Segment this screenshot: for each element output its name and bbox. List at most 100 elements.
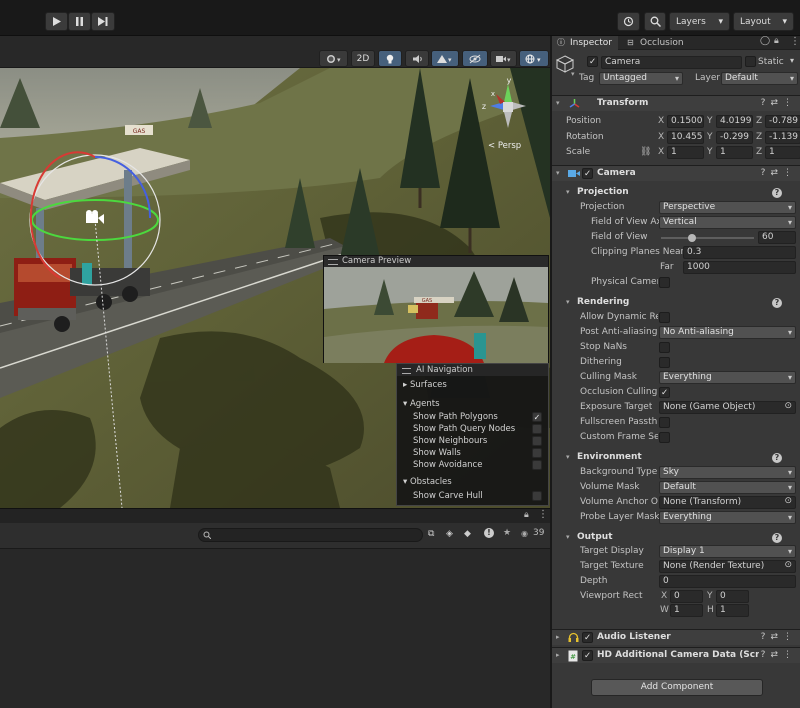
position-x-field[interactable]: 0.1500	[667, 115, 704, 128]
projection-dropdown[interactable]: Perspective	[659, 201, 796, 214]
draw-mode-dropdown[interactable]: ▾	[319, 50, 348, 67]
help-icon[interactable]: ?	[772, 533, 782, 543]
surfaces-foldout[interactable]: ▸ Surfaces	[403, 379, 447, 391]
scene-viewport[interactable]: GAS y z x < Persp Camera Preview GAS AI …	[0, 68, 550, 508]
stop-nans-checkbox[interactable]	[659, 342, 670, 353]
camera-enabled-checkbox[interactable]: ✓	[582, 168, 593, 179]
search-filter-icon[interactable]: ⧉	[428, 529, 434, 539]
transform-header[interactable]: ▾ Transform ?⇄⋮	[552, 95, 800, 111]
show-path-query-nodes-checkbox[interactable]	[532, 424, 542, 434]
depth-field[interactable]: 0	[659, 575, 796, 588]
pause-button[interactable]	[68, 12, 91, 31]
hd-camera-data-enabled-checkbox[interactable]: ✓	[582, 650, 593, 661]
volume-anchor-field[interactable]: None (Transform)	[659, 496, 796, 509]
static-dropdown-icon[interactable]: ▾	[790, 56, 794, 65]
occlusion-culling-checkbox[interactable]: ✓	[659, 387, 670, 398]
rotation-y-field[interactable]: -0.299	[716, 131, 753, 144]
undo-history-button[interactable]	[617, 12, 640, 31]
anti-aliasing-dropdown[interactable]: No Anti-aliasing	[659, 326, 796, 339]
show-carve-hull-row[interactable]: Show Carve Hull	[413, 490, 544, 502]
show-path-polygons-checkbox[interactable]: ✓	[532, 412, 542, 422]
show-walls-row[interactable]: Show Walls	[413, 447, 544, 459]
chevron-down-icon[interactable]: ▾	[566, 188, 570, 196]
projection-section-title[interactable]: Projection	[577, 187, 629, 197]
more-options-icon[interactable]: ⋮	[790, 36, 800, 47]
object-name-field[interactable]: Camera	[601, 56, 742, 69]
hd-camera-data-header[interactable]: ▸ # ✓ HD Additional Camera Data (Script)…	[552, 647, 800, 663]
position-z-field[interactable]: -0.789	[765, 115, 800, 128]
help-icon[interactable]: ?	[772, 188, 782, 198]
position-y-field[interactable]: 4.0199	[716, 115, 753, 128]
viewport-w-field[interactable]: 1	[670, 604, 703, 617]
fullscreen-passthrough-checkbox[interactable]	[659, 417, 670, 428]
fov-value-field[interactable]: 60	[758, 231, 796, 244]
help-icon[interactable]: ?	[772, 453, 782, 463]
audio-toggle[interactable]	[405, 50, 429, 67]
audio-listener-enabled-checkbox[interactable]: ✓	[582, 632, 593, 643]
probe-layer-mask-dropdown[interactable]: Everything	[659, 511, 796, 524]
environment-section-title[interactable]: Environment	[577, 452, 642, 462]
chevron-down-icon[interactable]: ▾	[566, 453, 570, 461]
viewport-y-field[interactable]: 0	[716, 590, 749, 603]
chevron-down-icon[interactable]: ▾	[566, 533, 570, 541]
hidden-objects-toggle[interactable]	[462, 50, 488, 67]
show-avoidance-checkbox[interactable]	[532, 460, 542, 470]
search-input[interactable]	[198, 528, 423, 542]
help-icon[interactable]: ?	[772, 298, 782, 308]
debug-mode-icon[interactable]: ◯	[760, 36, 770, 46]
component-header-icons[interactable]: ?⇄⋮	[761, 98, 797, 108]
far-field[interactable]: 1000	[683, 261, 796, 274]
camera-header[interactable]: ▾ ✓ Camera ?⇄⋮	[552, 165, 800, 181]
lighting-toggle[interactable]	[378, 50, 402, 67]
hidden-count[interactable]: 39	[533, 528, 544, 538]
lock-icon[interactable]: 🔒︎	[524, 510, 529, 520]
label-filter-icon[interactable]: ◆	[464, 529, 471, 539]
warning-filter-icon[interactable]: !	[484, 528, 494, 538]
dithering-checkbox[interactable]	[659, 357, 670, 368]
gizmos-dropdown[interactable]: ▾	[519, 50, 549, 67]
scale-z-field[interactable]: 1	[765, 146, 800, 159]
exposure-target-field[interactable]: None (Game Object)	[659, 401, 796, 414]
search-button[interactable]	[644, 12, 666, 31]
more-options-icon[interactable]: ⋮	[538, 509, 548, 520]
tab-occlusion[interactable]: ⊟ Occlusion	[622, 36, 692, 50]
icon-dropdown-arrow[interactable]: ▾	[571, 70, 575, 78]
show-neighbours-row[interactable]: Show Neighbours	[413, 435, 544, 447]
constrain-proportions-icon[interactable]: ⛓︎	[640, 145, 651, 160]
layers-dropdown[interactable]: Layers ▾	[669, 12, 730, 31]
favorites-icon[interactable]: ★	[503, 528, 511, 538]
layout-dropdown[interactable]: Layout ▾	[733, 12, 794, 31]
effects-dropdown[interactable]: ▾	[431, 50, 459, 67]
play-button[interactable]	[45, 12, 68, 31]
scale-y-field[interactable]: 1	[716, 146, 753, 159]
layer-dropdown[interactable]: Default	[721, 72, 798, 85]
fov-slider-track[interactable]	[661, 237, 754, 239]
chevron-down-icon[interactable]: ▾	[566, 298, 570, 306]
camera-settings-dropdown[interactable]: ▾	[490, 50, 517, 67]
show-path-query-nodes-row[interactable]: Show Path Query Nodes	[413, 423, 544, 435]
lock-icon[interactable]: 🔒︎	[774, 36, 779, 46]
target-display-dropdown[interactable]: Display 1	[659, 545, 796, 558]
viewport-x-field[interactable]: 0	[670, 590, 703, 603]
type-filter-icon[interactable]: ◈	[446, 529, 453, 539]
viewport-h-field[interactable]: 1	[716, 604, 749, 617]
fov-slider-handle[interactable]	[687, 234, 696, 242]
culling-mask-dropdown[interactable]: Everything	[659, 371, 796, 384]
custom-frame-settings-checkbox[interactable]	[659, 432, 670, 443]
near-field[interactable]: 0.3	[683, 246, 796, 259]
rotation-x-field[interactable]: 10.455	[667, 131, 704, 144]
output-section-title[interactable]: Output	[577, 532, 613, 542]
rotation-z-field[interactable]: -1.139	[765, 131, 800, 144]
component-header-icons[interactable]: ?⇄⋮	[761, 632, 797, 642]
show-avoidance-row[interactable]: Show Avoidance	[413, 459, 544, 471]
dynamic-res-checkbox[interactable]	[659, 312, 670, 323]
show-neighbours-checkbox[interactable]	[532, 436, 542, 446]
scale-x-field[interactable]: 1	[667, 146, 704, 159]
show-carve-hull-checkbox[interactable]	[532, 491, 542, 501]
perspective-label[interactable]: < Persp	[488, 141, 521, 151]
show-path-polygons-row[interactable]: Show Path Polygons ✓	[413, 411, 544, 423]
component-header-icons[interactable]: ?⇄⋮	[761, 168, 797, 178]
step-button[interactable]	[91, 12, 115, 31]
rendering-section-title[interactable]: Rendering	[577, 297, 629, 307]
audio-listener-header[interactable]: ▸ ✓ Audio Listener ?⇄⋮	[552, 629, 800, 645]
